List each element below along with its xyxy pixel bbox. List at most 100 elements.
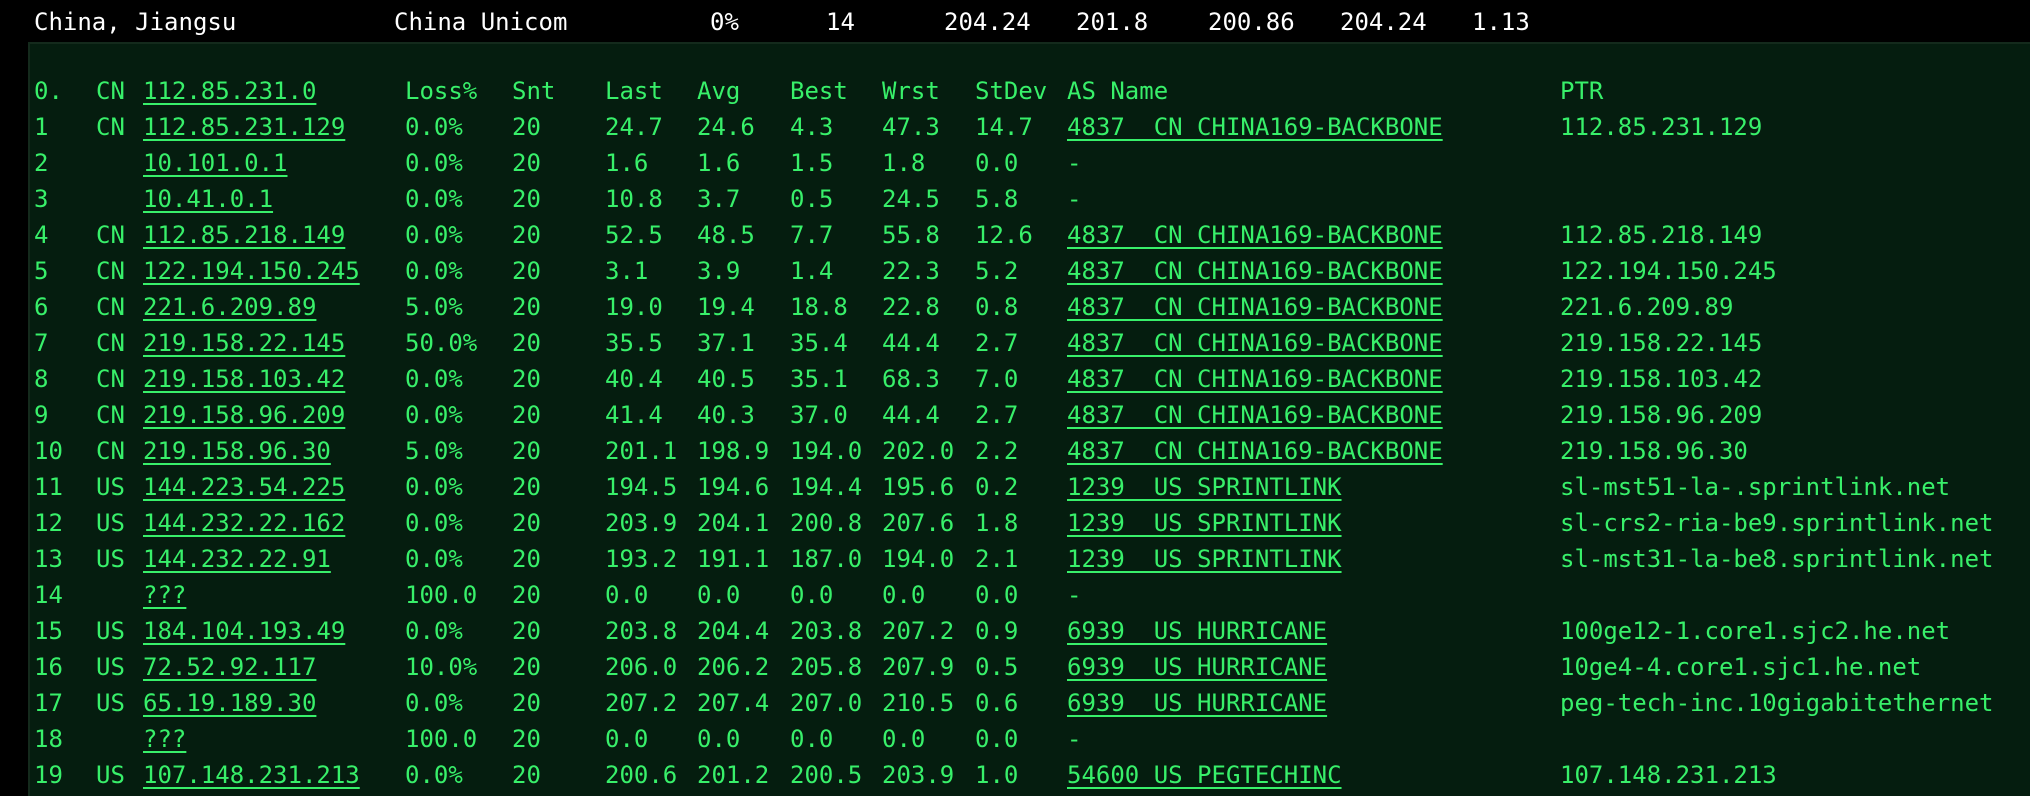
cell-ip[interactable]: ???	[143, 721, 186, 757]
cell-last: 19.0	[605, 293, 663, 321]
cell-hop: 18	[34, 725, 63, 753]
cell-wrst: 44.4	[882, 401, 940, 429]
cell-ptr: 100ge12-1.core1.sjc2.he.net	[1560, 617, 1951, 645]
cell-ip[interactable]: 10.101.0.1	[143, 145, 288, 181]
cell-ip[interactable]: 184.104.193.49	[143, 613, 345, 649]
cell-as-name[interactable]: 4837 CN CHINA169-BACKBONE	[1067, 253, 1443, 289]
cell-as-name[interactable]: 1239 US SPRINTLINK	[1067, 469, 1342, 505]
cell-best: 187.0	[790, 545, 863, 573]
cell-loss: 100.0	[405, 581, 478, 609]
cell-ptr: 219.158.103.42	[1560, 365, 1763, 393]
cell-as-name[interactable]: 4837 CN CHINA169-BACKBONE	[1067, 361, 1443, 397]
summary-best: 200.86	[1208, 8, 1295, 36]
cell-as-name[interactable]: 4837 CN CHINA169-BACKBONE	[1067, 217, 1443, 253]
cell-wrst: 55.8	[882, 221, 940, 249]
cell-stdev: 0.5	[975, 653, 1019, 681]
cell-wrst: 203.9	[882, 761, 955, 789]
cell-stdev: 2.7	[975, 329, 1019, 357]
cell-cc: US	[96, 545, 125, 573]
cell-loss: 5.0%	[405, 437, 463, 465]
header-wrst: Wrst	[882, 77, 940, 105]
cell-ptr: 10ge4-4.core1.sjc1.he.net	[1560, 653, 1922, 681]
cell-cc: CN	[96, 365, 125, 393]
cell-ip[interactable]: 112.85.218.149	[143, 217, 345, 253]
cell-snt: 20	[512, 257, 541, 285]
cell-ip[interactable]: 219.158.96.209	[143, 397, 345, 433]
cell-last: 200.6	[605, 761, 678, 789]
cell-ip[interactable]: 122.194.150.245	[143, 253, 360, 289]
cell-snt: 20	[512, 761, 541, 789]
cell-wrst: 68.3	[882, 365, 940, 393]
cell-ptr: sl-mst31-la-be8.sprintlink.net	[1560, 545, 1994, 573]
cell-last: 0.0	[605, 581, 649, 609]
cell-ip[interactable]: 112.85.231.129	[143, 109, 345, 145]
table-row: 19 US 107.148.231.213 0.0% 20 200.6 201.2 200.5…	[0, 757, 2030, 793]
cell-stdev: 0.2	[975, 473, 1019, 501]
cell-loss: 0.0%	[405, 401, 463, 429]
table-row: 5 CN 122.194.150.245 0.0% 20 3.1 3.9 1.4 22.3 5.2…	[0, 253, 2030, 289]
cell-ip[interactable]: 219.158.103.42	[143, 361, 345, 397]
cell-as-name[interactable]: 4837 CN CHINA169-BACKBONE	[1067, 109, 1443, 145]
cell-ip[interactable]: 219.158.96.30	[143, 433, 331, 469]
header-loss: Loss%	[405, 77, 478, 105]
cell-as-name[interactable]: 6939 US HURRICANE	[1067, 685, 1327, 721]
cell-wrst: 210.5	[882, 689, 955, 717]
summary-location: China, Jiangsu	[34, 8, 237, 36]
cell-avg: 19.4	[697, 293, 755, 321]
cell-ip[interactable]: 144.223.54.225	[143, 469, 345, 505]
summary-worst: 204.24	[1340, 8, 1427, 36]
cell-as-name[interactable]: 1239 US SPRINTLINK	[1067, 541, 1342, 577]
cell-ip[interactable]: 144.232.22.91	[143, 541, 331, 577]
cell-best: 194.4	[790, 473, 863, 501]
cell-best: 0.5	[790, 185, 834, 213]
cell-avg: 207.4	[697, 689, 770, 717]
cell-hop: 5	[34, 257, 49, 285]
cell-ip[interactable]: ???	[143, 577, 186, 613]
cell-wrst: 0.0	[882, 581, 926, 609]
cell-ip[interactable]: 144.232.22.162	[143, 505, 345, 541]
cell-avg: 3.9	[697, 257, 741, 285]
cell-as-name[interactable]: 1239 US SPRINTLINK	[1067, 505, 1342, 541]
cell-hop: 14	[34, 581, 63, 609]
table-row: 15 US 184.104.193.49 0.0% 20 203.8 204.4 203.8 2…	[0, 613, 2030, 649]
cell-as-name[interactable]: 4837 CN CHINA169-BACKBONE	[1067, 325, 1443, 361]
cell-hop: 15	[34, 617, 63, 645]
cell-hop: 7	[34, 329, 49, 357]
cell-stdev: 2.2	[975, 437, 1019, 465]
summary-count: 14	[826, 8, 855, 36]
cell-ip[interactable]: 107.148.231.213	[143, 757, 360, 793]
cell-wrst: 47.3	[882, 113, 940, 141]
cell-hop: 19	[34, 761, 63, 789]
cell-ip[interactable]: 219.158.22.145	[143, 325, 345, 361]
cell-loss: 0.0%	[405, 689, 463, 717]
cell-ip[interactable]: 65.19.189.30	[143, 685, 316, 721]
cell-cc: US	[96, 689, 125, 717]
table-row: 11 US 144.223.54.225 0.0% 20 194.5 194.6 194.4 1…	[0, 469, 2030, 505]
summary-isp: China Unicom	[394, 8, 568, 36]
cell-best: 203.8	[790, 617, 863, 645]
cell-ip[interactable]: 72.52.92.117	[143, 649, 316, 685]
cell-ip[interactable]: 221.6.209.89	[143, 289, 316, 325]
cell-stdev: 5.8	[975, 185, 1019, 213]
cell-avg: 48.5	[697, 221, 755, 249]
cell-as-name[interactable]: 4837 CN CHINA169-BACKBONE	[1067, 433, 1443, 469]
cell-as-name[interactable]: 4837 CN CHINA169-BACKBONE	[1067, 397, 1443, 433]
cell-as-name[interactable]: 6939 US HURRICANE	[1067, 649, 1327, 685]
cell-best: 37.0	[790, 401, 848, 429]
cell-as-name[interactable]: 4837 CN CHINA169-BACKBONE	[1067, 289, 1443, 325]
cell-snt: 20	[512, 149, 541, 177]
cell-hop: 3	[34, 185, 49, 213]
cell-snt: 20	[512, 581, 541, 609]
cell-snt: 20	[512, 113, 541, 141]
header-ip[interactable]: 112.85.231.0	[143, 73, 316, 109]
cell-ip[interactable]: 10.41.0.1	[143, 181, 273, 217]
cell-as-name[interactable]: 6939 US HURRICANE	[1067, 613, 1327, 649]
cell-avg: 201.2	[697, 761, 770, 789]
cell-last: 35.5	[605, 329, 663, 357]
cell-last: 203.8	[605, 617, 678, 645]
cell-avg: 198.9	[697, 437, 770, 465]
table-row: 9 CN 219.158.96.209 0.0% 20 41.4 40.3 37.0 44.4 2…	[0, 397, 2030, 433]
table-row: 1 CN 112.85.231.129 0.0% 20 24.7 24.6 4.3 47.3 14…	[0, 109, 2030, 145]
cell-best: 35.4	[790, 329, 848, 357]
cell-as-name[interactable]: 54600 US PEGTECHINC	[1067, 757, 1342, 793]
